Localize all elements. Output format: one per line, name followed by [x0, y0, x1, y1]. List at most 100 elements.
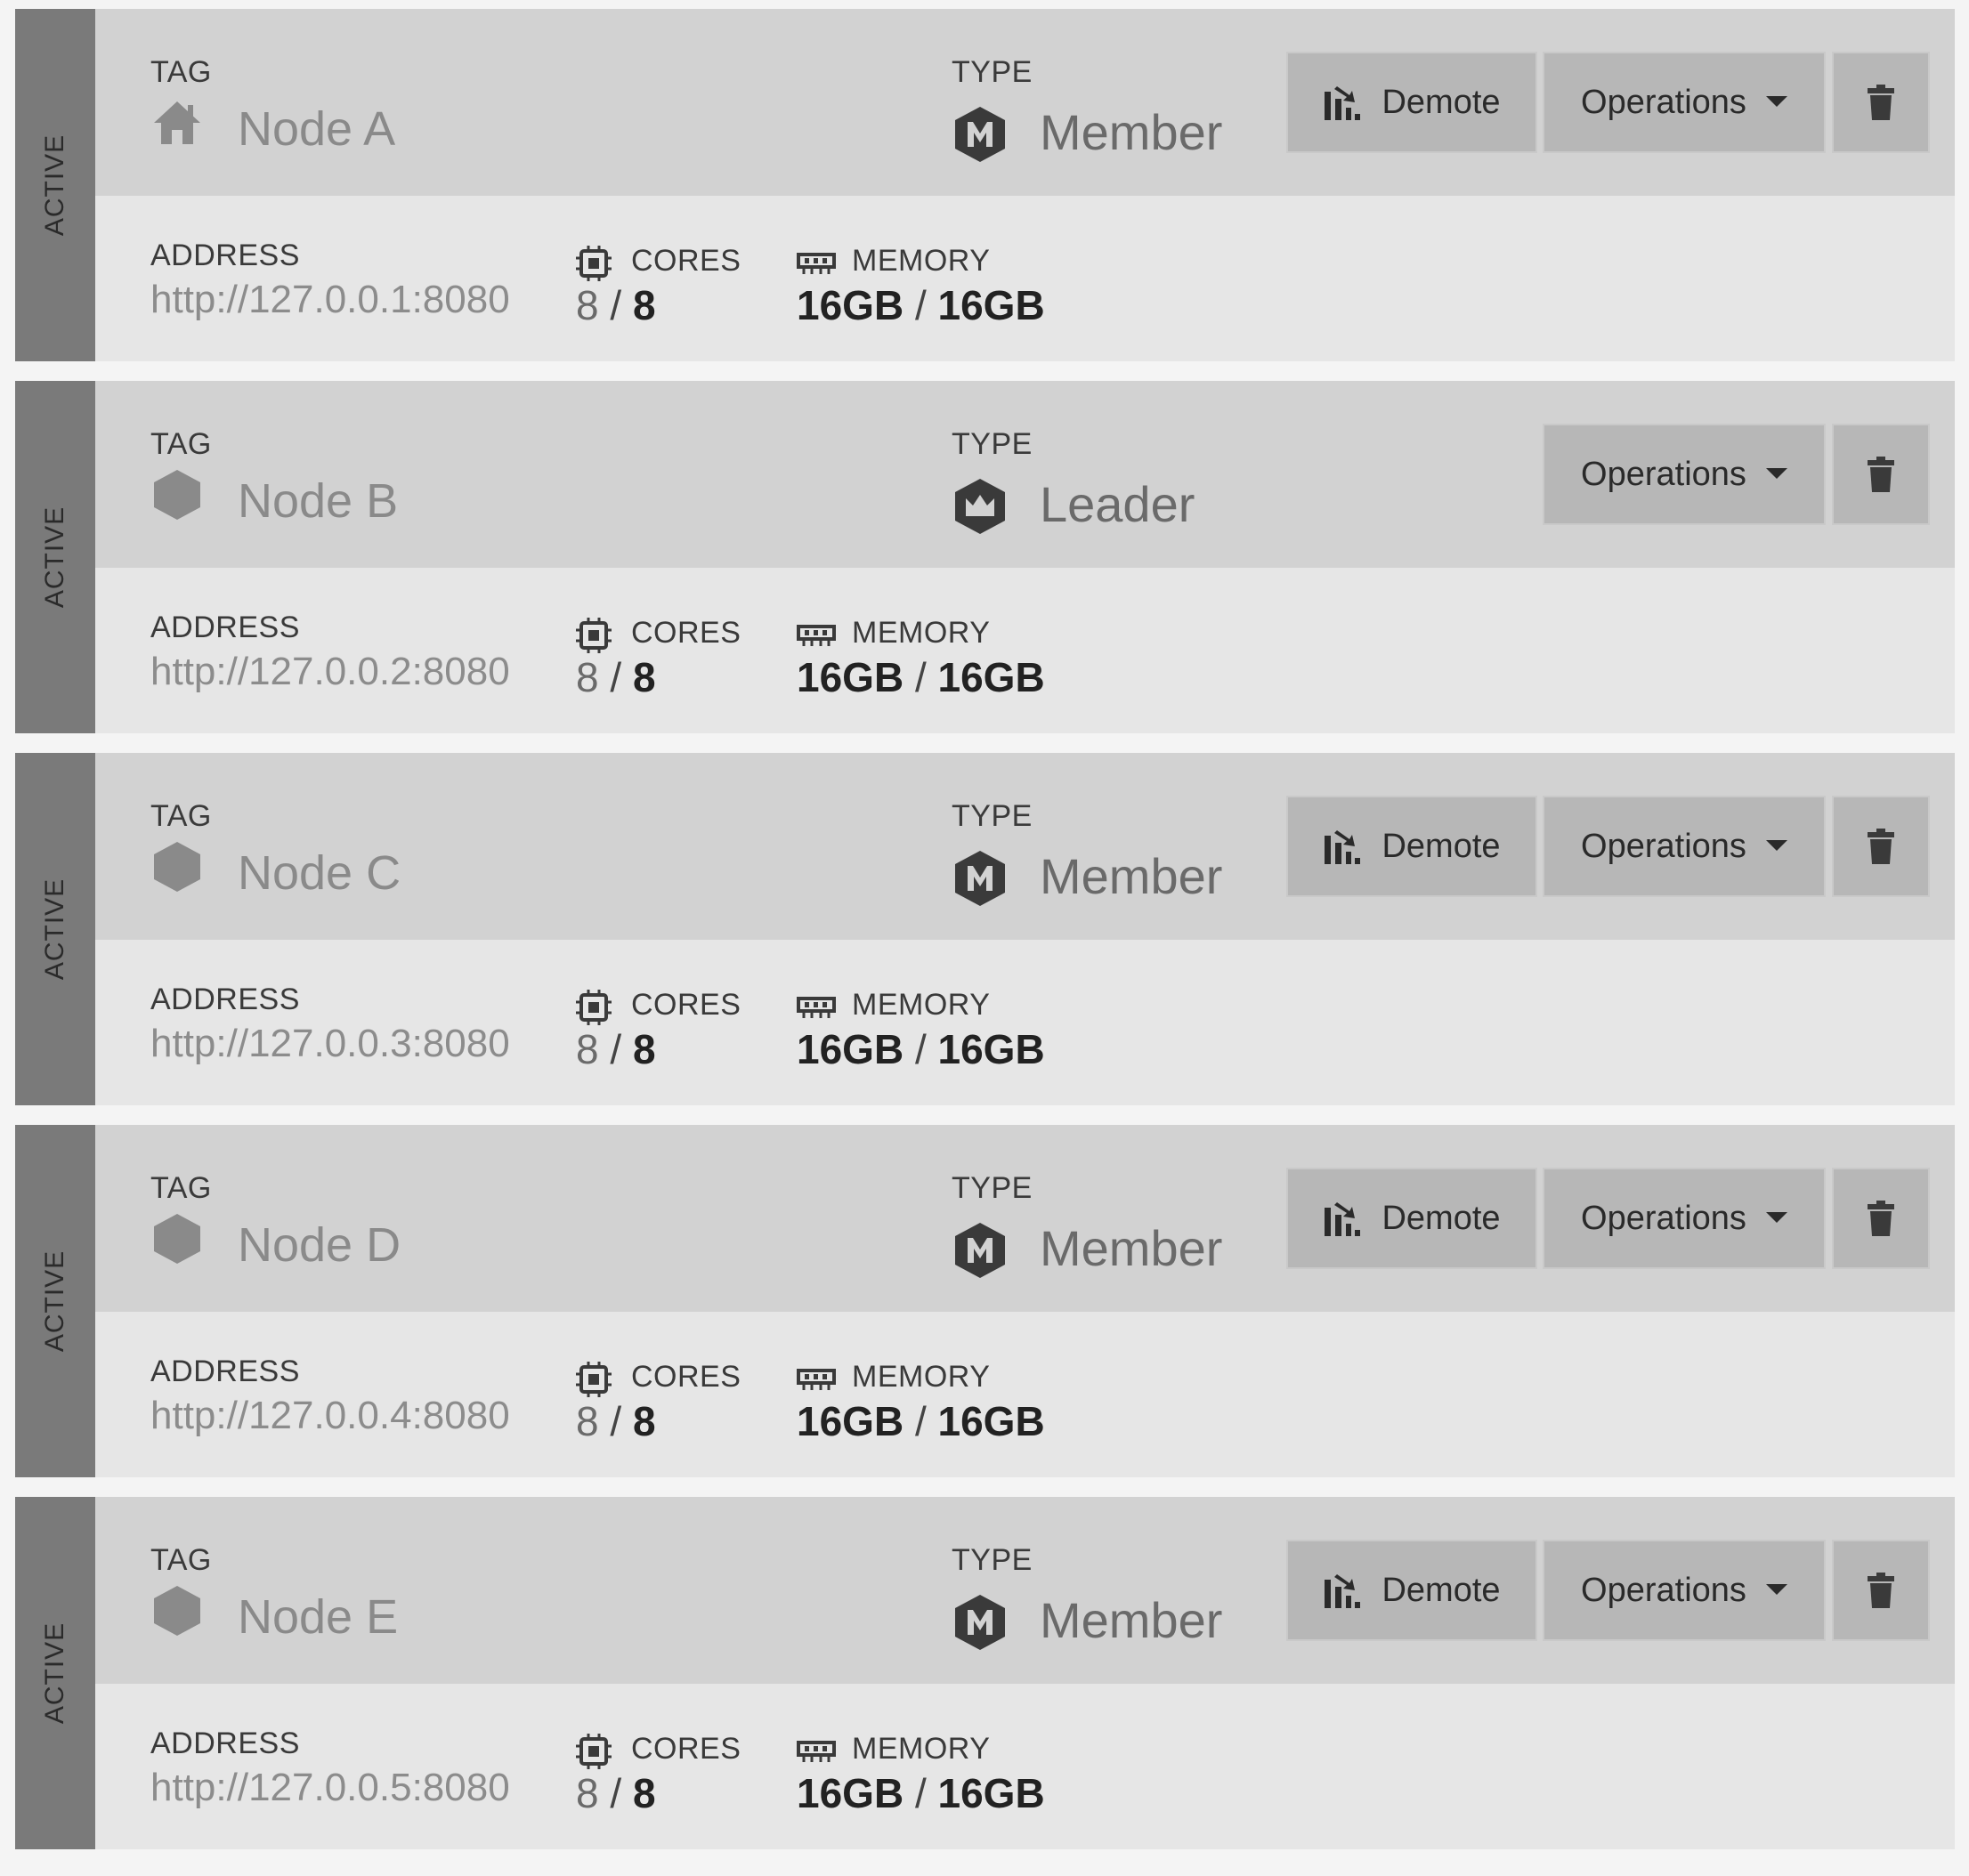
node-card: ACTIVE TAG Node A TYPE Member Demote Ope… [15, 9, 1955, 361]
memory-total: 16GB [937, 1398, 1045, 1444]
delete-button[interactable] [1834, 1169, 1928, 1267]
node-card: ACTIVE TAG Node E TYPE Member Demote Ope… [15, 1497, 1955, 1849]
tag-label: TAG [150, 55, 212, 89]
demote-button[interactable]: Demote [1288, 1169, 1535, 1267]
cores-used: 8 [576, 1398, 599, 1444]
memory-label: MEMORY [852, 616, 991, 650]
type-label: TYPE [952, 1543, 1033, 1577]
memory-label: MEMORY [852, 1360, 991, 1394]
memory-icon [797, 1741, 836, 1762]
member-hexagon-icon [952, 1221, 1008, 1280]
caret-down-icon [1765, 96, 1787, 107]
node-type: Member [1040, 848, 1223, 904]
memory-value: 16GB / 16GB [797, 1769, 1045, 1817]
node-tag-name: Node A [238, 102, 396, 156]
node-body: TAG Node B TYPE Leader Operations ADDRES… [95, 381, 1955, 733]
node-header: TAG Node E TYPE Member Demote Operations [95, 1497, 1955, 1684]
node-address: http://127.0.0.5:8080 [150, 1766, 510, 1809]
node-address: http://127.0.0.4:8080 [150, 1394, 510, 1437]
operations-dropdown-button[interactable]: Operations [1544, 797, 1824, 895]
leader-crown-icon [952, 477, 1008, 536]
status-label: ACTIVE [40, 877, 69, 981]
delete-button[interactable] [1834, 53, 1928, 151]
cores-separator: / [610, 1026, 622, 1072]
node-header: TAG Node A TYPE Member Demote Operations [95, 9, 1955, 196]
memory-separator: / [914, 1770, 927, 1816]
demote-button[interactable]: Demote [1288, 797, 1535, 895]
operations-dropdown-button[interactable]: Operations [1544, 425, 1824, 523]
node-body: TAG Node C TYPE Member Demote Operations… [95, 753, 1955, 1105]
memory-separator: / [914, 282, 927, 328]
node-details: ADDRESS http://127.0.0.3:8080 CORES 8 / [95, 940, 1955, 1105]
node-tag-name: Node D [238, 1218, 401, 1272]
cores-used: 8 [576, 654, 599, 700]
status-strip: ACTIVE [15, 381, 95, 733]
home-icon [150, 96, 204, 150]
cores-total: 8 [632, 654, 656, 700]
delete-button[interactable] [1834, 797, 1928, 895]
demote-button[interactable]: Demote [1288, 53, 1535, 151]
status-label: ACTIVE [40, 133, 69, 237]
cores-total: 8 [632, 1770, 656, 1816]
node-header: TAG Node D TYPE Member Demote Operations [95, 1125, 1955, 1312]
node-card: ACTIVE TAG Node B TYPE Leader Operations [15, 381, 1955, 733]
type-label: TYPE [952, 799, 1033, 833]
delete-button[interactable] [1834, 1541, 1928, 1639]
node-address: http://127.0.0.3:8080 [150, 1022, 510, 1065]
cores-label: CORES [631, 988, 741, 1022]
demote-button-label: Demote [1382, 1199, 1501, 1237]
operations-button-label: Operations [1581, 455, 1746, 493]
memory-used: 16GB [797, 1770, 904, 1816]
caret-down-icon [1765, 840, 1787, 851]
demote-button-label: Demote [1382, 827, 1501, 865]
demote-icon [1325, 86, 1361, 120]
hexagon-icon [150, 1584, 204, 1637]
cores-label: CORES [631, 1360, 741, 1394]
memory-separator: / [914, 1398, 927, 1444]
operations-button-label: Operations [1581, 1199, 1746, 1237]
demote-icon [1325, 830, 1361, 864]
operations-dropdown-button[interactable]: Operations [1544, 1541, 1824, 1639]
caret-down-icon [1765, 1212, 1787, 1223]
node-body: TAG Node D TYPE Member Demote Operations… [95, 1125, 1955, 1477]
type-label: TYPE [952, 1171, 1033, 1205]
cores-value: 8 / 8 [576, 281, 656, 329]
node-card: ACTIVE TAG Node D TYPE Member Demote Ope… [15, 1125, 1955, 1477]
demote-button-label: Demote [1382, 83, 1501, 121]
node-type: Member [1040, 1220, 1223, 1276]
memory-total: 16GB [937, 282, 1045, 328]
tag-label: TAG [150, 1171, 212, 1205]
trash-icon [1868, 457, 1894, 492]
cpu-icon [576, 1734, 612, 1769]
cores-separator: / [610, 654, 622, 700]
operations-dropdown-button[interactable]: Operations [1544, 53, 1824, 151]
cores-used: 8 [576, 282, 599, 328]
memory-label: MEMORY [852, 244, 991, 278]
cores-separator: / [610, 1398, 622, 1444]
node-type: Member [1040, 104, 1223, 160]
cores-separator: / [610, 1770, 622, 1816]
memory-value: 16GB / 16GB [797, 281, 1045, 329]
node-tag-name: Node B [238, 474, 399, 528]
delete-button[interactable] [1834, 425, 1928, 523]
operations-button-label: Operations [1581, 83, 1746, 121]
status-strip: ACTIVE [15, 1497, 95, 1849]
node-details: ADDRESS http://127.0.0.2:8080 CORES 8 / [95, 568, 1955, 733]
status-label: ACTIVE [40, 1249, 69, 1353]
member-hexagon-icon [952, 1593, 1008, 1652]
cpu-icon [576, 246, 612, 281]
operations-dropdown-button[interactable]: Operations [1544, 1169, 1824, 1267]
memory-total: 16GB [937, 654, 1045, 700]
status-label: ACTIVE [40, 1621, 69, 1725]
demote-button[interactable]: Demote [1288, 1541, 1535, 1639]
trash-icon [1868, 1573, 1894, 1608]
memory-icon [797, 1369, 836, 1390]
tag-label: TAG [150, 799, 212, 833]
cpu-icon [576, 1362, 612, 1397]
cores-label: CORES [631, 244, 741, 278]
memory-used: 16GB [797, 654, 904, 700]
memory-total: 16GB [937, 1770, 1045, 1816]
memory-used: 16GB [797, 1398, 904, 1444]
cores-total: 8 [632, 282, 656, 328]
address-label: ADDRESS [150, 239, 300, 272]
